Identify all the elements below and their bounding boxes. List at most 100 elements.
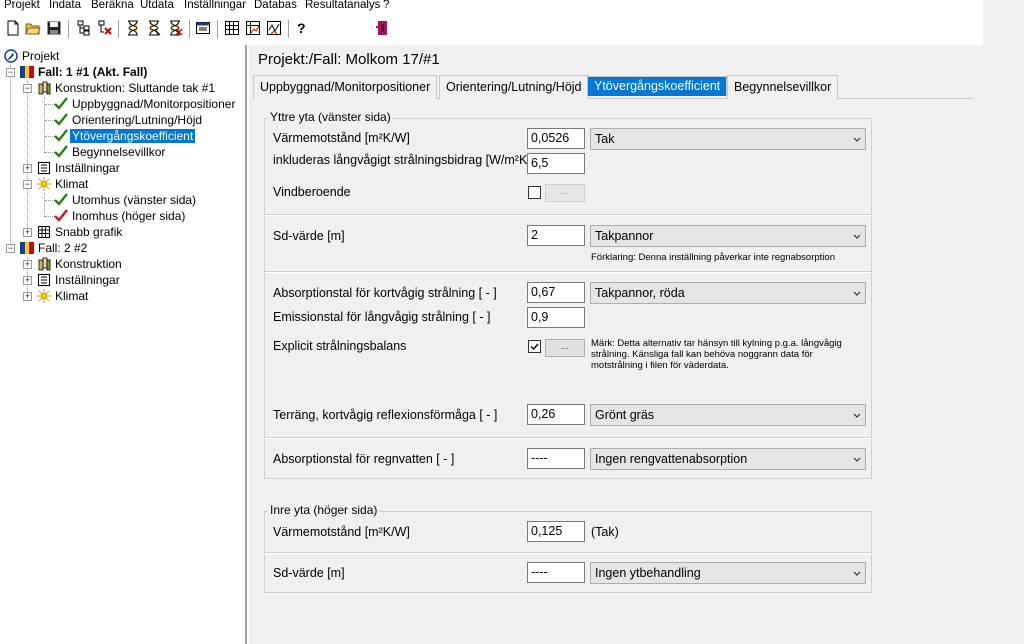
menu-indata[interactable]: Indata (49, 0, 81, 11)
tree-item-uppbyggnad[interactable]: Uppbyggnad/Monitorpositioner (54, 96, 237, 112)
tree-item-label: Uppbyggnad/Monitorpositioner (72, 97, 236, 111)
outer-absorption-input[interactable]: 0,67 (527, 282, 585, 303)
tree-item-utomhus[interactable]: Utomhus (vänster sida) (54, 192, 198, 208)
outer-sd-select[interactable]: Takpannor (590, 225, 866, 247)
tab-orientering[interactable]: Orientering/Lutning/Höjd (439, 75, 589, 99)
tree-item-begynnelse[interactable]: Begynnelsevillkor (54, 144, 167, 160)
collapse-toggle[interactable]: − (23, 180, 32, 189)
outer-sd-input[interactable]: 2 (527, 225, 585, 246)
outer-rain-select[interactable]: Ingen rengvattenabsorption (590, 448, 866, 470)
hourglass-icon[interactable] (125, 20, 141, 36)
grid-icon (38, 226, 50, 238)
tree-settings-2[interactable]: Inställningar (37, 272, 122, 288)
exit-door-icon[interactable] (375, 20, 391, 36)
checkmark-icon (530, 343, 539, 351)
chart-table-icon[interactable] (245, 20, 261, 36)
tab-begynnelse[interactable]: Begynnelsevillkor (727, 75, 839, 99)
expand-toggle[interactable]: + (23, 292, 32, 301)
menu-resultatanalys[interactable]: Resultatanalys (305, 0, 380, 11)
collapse-toggle[interactable]: − (6, 68, 15, 77)
outer-thermal-resistance-input[interactable]: 0,0526 (527, 128, 585, 149)
outer-wind-label: Vindberoende (273, 185, 351, 199)
outer-wind-checkbox[interactable] (528, 186, 541, 199)
open-folder-icon[interactable] (25, 20, 41, 36)
combo-value: Tak (595, 132, 615, 146)
toolbar-separator (189, 20, 190, 38)
new-file-icon[interactable] (5, 20, 21, 36)
outer-rain-input[interactable]: ---- (527, 448, 585, 469)
menu-utdata[interactable]: Utdata (140, 0, 174, 11)
divider (264, 552, 872, 554)
table-icon[interactable] (224, 20, 240, 36)
outer-wind-button[interactable]: ... (545, 184, 585, 202)
tree-case-2[interactable]: Fall: 2 #2 (20, 240, 89, 256)
toolbar: ? (0, 14, 983, 44)
check-icon (54, 113, 68, 126)
expand-toggle[interactable]: + (23, 260, 32, 269)
tree-connector (27, 81, 28, 233)
combo-value: Ingen ytbehandling (595, 566, 701, 580)
outer-thermal-resistance-select[interactable]: Tak (590, 128, 866, 150)
hourglass-stop-icon[interactable] (167, 20, 183, 36)
inner-sd-input[interactable]: ---- (527, 562, 585, 583)
outer-explicit-checkbox[interactable] (528, 340, 541, 353)
toolbar-separator (217, 20, 218, 38)
tree-construction-2[interactable]: Konstruktion (37, 256, 124, 272)
outer-emission-input[interactable]: 0,9 (527, 307, 585, 328)
inner-thermal-resistance-label: Värmemotstånd [m²K/W] (273, 525, 410, 539)
tree-root-label: Projekt (22, 49, 60, 63)
save-icon[interactable] (46, 20, 62, 36)
chevron-down-icon (853, 571, 861, 576)
expand-toggle[interactable]: + (23, 276, 32, 285)
outer-longwave-input[interactable]: 6,5 (527, 153, 585, 174)
menu-installningar[interactable]: Inställningar (184, 0, 246, 11)
project-tree: Projekt − Fall: 1 #1 (Akt. Fall) − Konst… (0, 45, 247, 644)
tree-root[interactable]: Projekt (4, 48, 61, 64)
menu-projekt[interactable]: Projekt (4, 0, 40, 11)
tree-item-ytovergang[interactable]: Ytövergångskoefficient (54, 128, 196, 144)
outer-explicit-button[interactable]: ... (545, 339, 585, 357)
outer-terrain-label: Terräng, kortvågig reflexionsförmåga [ -… (273, 408, 498, 422)
tree-case-1[interactable]: Fall: 1 #1 (Akt. Fall) (20, 64, 149, 80)
outer-longwave-label: inkluderas långvågigt strålningsbidrag [… (273, 153, 531, 167)
tree-quick-graph[interactable]: Snabb grafik (37, 224, 124, 240)
tree-settings-1-label: Inställningar (55, 161, 120, 175)
hourglass-multi-icon[interactable] (146, 20, 162, 36)
tab-ytovergang[interactable]: Ytövergångskoefficient (587, 76, 728, 96)
menu-help[interactable]: ? (383, 0, 389, 11)
combo-value: Takpannor, röda (595, 286, 685, 300)
tab-uppbyggnad[interactable]: Uppbyggnad/Monitorpositioner (253, 75, 438, 99)
tree-climate-2[interactable]: Klimat (37, 288, 90, 304)
help-icon[interactable]: ? (297, 20, 313, 36)
outer-terrain-input[interactable]: 0,26 (527, 404, 585, 425)
case-icon (20, 66, 34, 78)
collapse-toggle[interactable]: − (6, 244, 15, 253)
chevron-down-icon (853, 137, 861, 142)
outer-thermal-resistance-label: Värmemotstånd [m²K/W] (273, 131, 410, 145)
outer-terrain-select[interactable]: Grönt gräs (590, 404, 866, 426)
tree-item-orientering[interactable]: Orientering/Lutning/Höjd (54, 112, 204, 128)
tree-delete-icon[interactable] (97, 20, 113, 36)
sun-icon (37, 177, 51, 191)
tree-construction-1[interactable]: Konstruktion: Sluttande tak #1 (37, 80, 217, 96)
window-icon[interactable] (195, 20, 211, 36)
inner-thermal-resistance-input[interactable]: 0,125 (527, 521, 585, 542)
menu-databas[interactable]: Databas (254, 0, 297, 11)
expand-toggle[interactable]: + (23, 228, 32, 237)
outer-rain-label: Absorptionstal för regnvatten [ - ] (273, 452, 455, 466)
graph-icon[interactable] (266, 20, 282, 36)
settings-icon (38, 274, 50, 286)
tree-climate-2-label: Klimat (55, 289, 89, 303)
tree-item-label: Inomhus (höger sida) (72, 209, 186, 223)
tree-connector (44, 97, 45, 153)
expand-toggle[interactable]: + (23, 164, 32, 173)
tree-settings-1[interactable]: Inställningar (37, 160, 122, 176)
tree-item-label: Utomhus (vänster sida) (72, 193, 197, 207)
menu-berakna[interactable]: Beräkna (91, 0, 134, 11)
tree-climate-1[interactable]: Klimat (37, 176, 90, 192)
tree-add-icon[interactable] (76, 20, 92, 36)
collapse-toggle[interactable]: − (23, 84, 32, 93)
inner-sd-select[interactable]: Ingen ytbehandling (590, 562, 866, 584)
outer-absorption-select[interactable]: Takpannor, röda (590, 282, 866, 304)
tree-item-inomhus[interactable]: Inomhus (höger sida) (54, 208, 187, 224)
